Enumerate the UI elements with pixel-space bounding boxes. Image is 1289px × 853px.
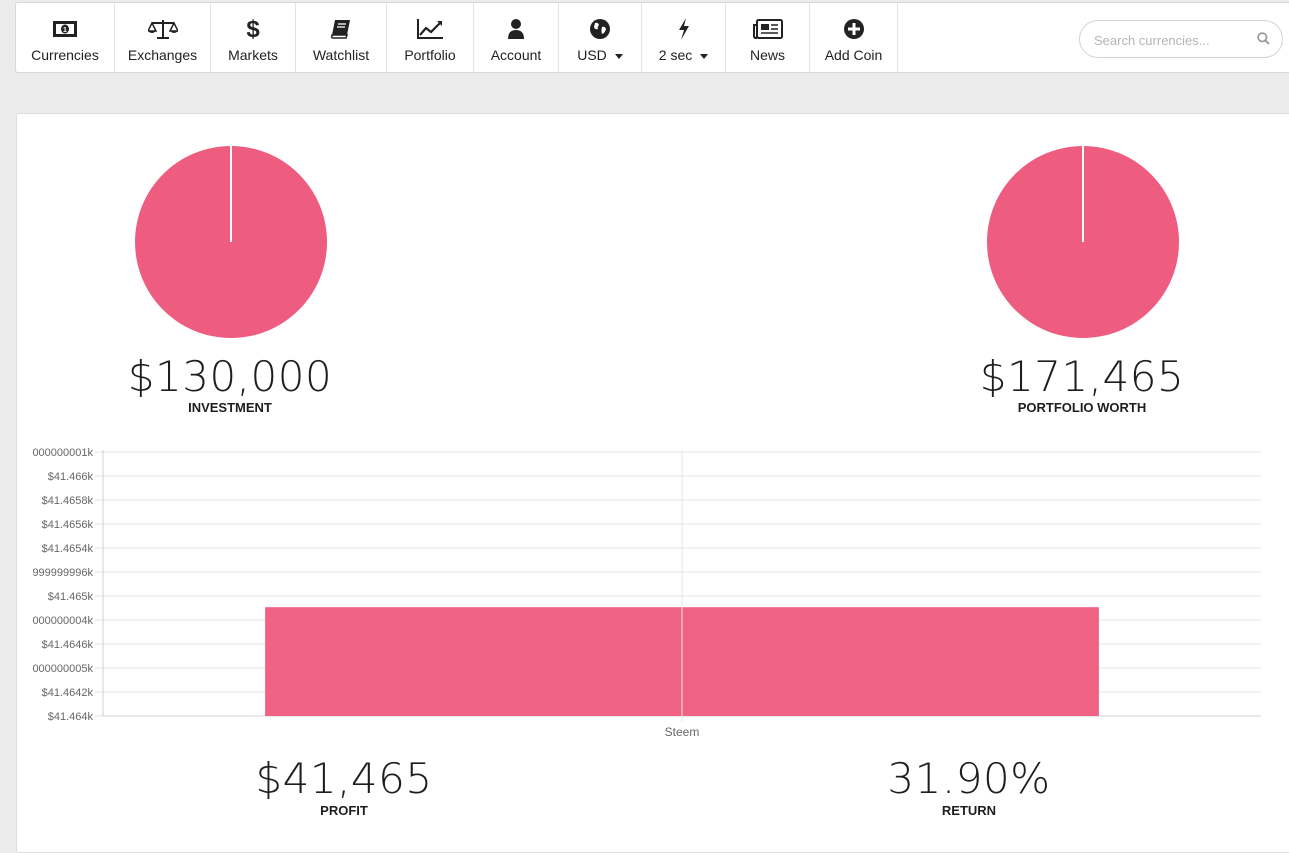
dollar-sign-icon: $ (211, 16, 295, 42)
book-icon (296, 17, 386, 41)
bolt-icon (642, 17, 725, 41)
portfolio-summary-card: $130,000 INVESTMENT $171,465 PORTFOLIO W… (16, 113, 1289, 853)
y-tick-label: 000000001k (32, 447, 93, 459)
nav-label-watchlist: Watchlist (312, 47, 370, 63)
search-box (1079, 20, 1283, 58)
search-input[interactable] (1094, 30, 1244, 50)
nav-label-currency: USD (577, 47, 607, 63)
nav-label-currencies: Currencies (31, 47, 99, 63)
top-navbar: 1 Currencies Exchanges $ Markets Watchli… (15, 2, 1289, 73)
profit-label: PROFIT (320, 803, 368, 818)
nav-label-markets: Markets (228, 47, 278, 63)
nav-label-add-coin: Add Coin (824, 47, 883, 63)
nav-portfolio[interactable]: Portfolio (387, 3, 474, 73)
y-tick-label: $41.4654k (42, 543, 94, 555)
nav-label-refresh: 2 sec (658, 47, 693, 63)
nav-currency-dropdown[interactable]: USD (559, 3, 642, 73)
y-tick-label: 999999996k (32, 567, 93, 579)
y-tick-label: $41.465k (48, 591, 94, 603)
nav-exchanges[interactable]: Exchanges (115, 3, 211, 73)
nav-refresh-dropdown[interactable]: 2 sec (642, 3, 726, 73)
y-tick-label: $41.464k (48, 711, 94, 723)
y-tick-label: $41.4646k (42, 639, 94, 651)
balance-scale-icon (115, 17, 210, 41)
nav-add-coin[interactable]: Add Coin (810, 3, 898, 73)
investment-value: $130,000 (127, 352, 333, 401)
nav-label-news: News (749, 47, 785, 63)
nav-label-account: Account (490, 47, 542, 63)
profit-bar-chart: 000000001k $41.466k $41.4658k $41.4656k $41.… (32, 447, 1261, 739)
chevron-down-icon (614, 53, 623, 59)
y-tick-label: $41.4642k (42, 687, 94, 699)
nav-watchlist[interactable]: Watchlist (296, 3, 387, 73)
banknote-icon: 1 (16, 17, 114, 41)
nav-label-exchanges: Exchanges (127, 47, 198, 63)
portfolio-worth-label: PORTFOLIO WORTH (1017, 400, 1147, 415)
globe-icon (559, 17, 641, 41)
y-tick-label: 000000004k (32, 615, 93, 627)
return-value: 31.90% (887, 754, 1051, 803)
svg-text:1: 1 (63, 27, 67, 34)
y-tick-label: $41.466k (48, 471, 94, 483)
search-icon[interactable] (1257, 32, 1270, 50)
line-chart-icon (387, 17, 473, 41)
y-tick-label: $41.4658k (42, 495, 94, 507)
chevron-down-icon (700, 53, 709, 59)
nav-news[interactable]: News (726, 3, 810, 73)
investment-label: INVESTMENT (188, 400, 272, 415)
investment-pie-chart (135, 146, 327, 338)
plus-circle-icon (810, 17, 897, 41)
user-icon (474, 17, 558, 41)
nav-currencies[interactable]: 1 Currencies (16, 3, 115, 73)
nav-account[interactable]: Account (474, 3, 559, 73)
nav-label-portfolio: Portfolio (404, 47, 456, 63)
profit-value: $41,465 (255, 754, 433, 803)
portfolio-worth-value: $171,465 (979, 352, 1185, 401)
svg-text:$: $ (246, 16, 260, 42)
y-tick-label: $41.4656k (42, 519, 94, 531)
y-tick-label: 000000005k (32, 663, 93, 675)
return-label: RETURN (941, 803, 997, 818)
portfolio-worth-pie-chart (987, 146, 1179, 338)
x-tick-label: Steem (665, 725, 700, 739)
newspaper-icon (726, 17, 809, 41)
nav-markets[interactable]: $ Markets (211, 3, 296, 73)
